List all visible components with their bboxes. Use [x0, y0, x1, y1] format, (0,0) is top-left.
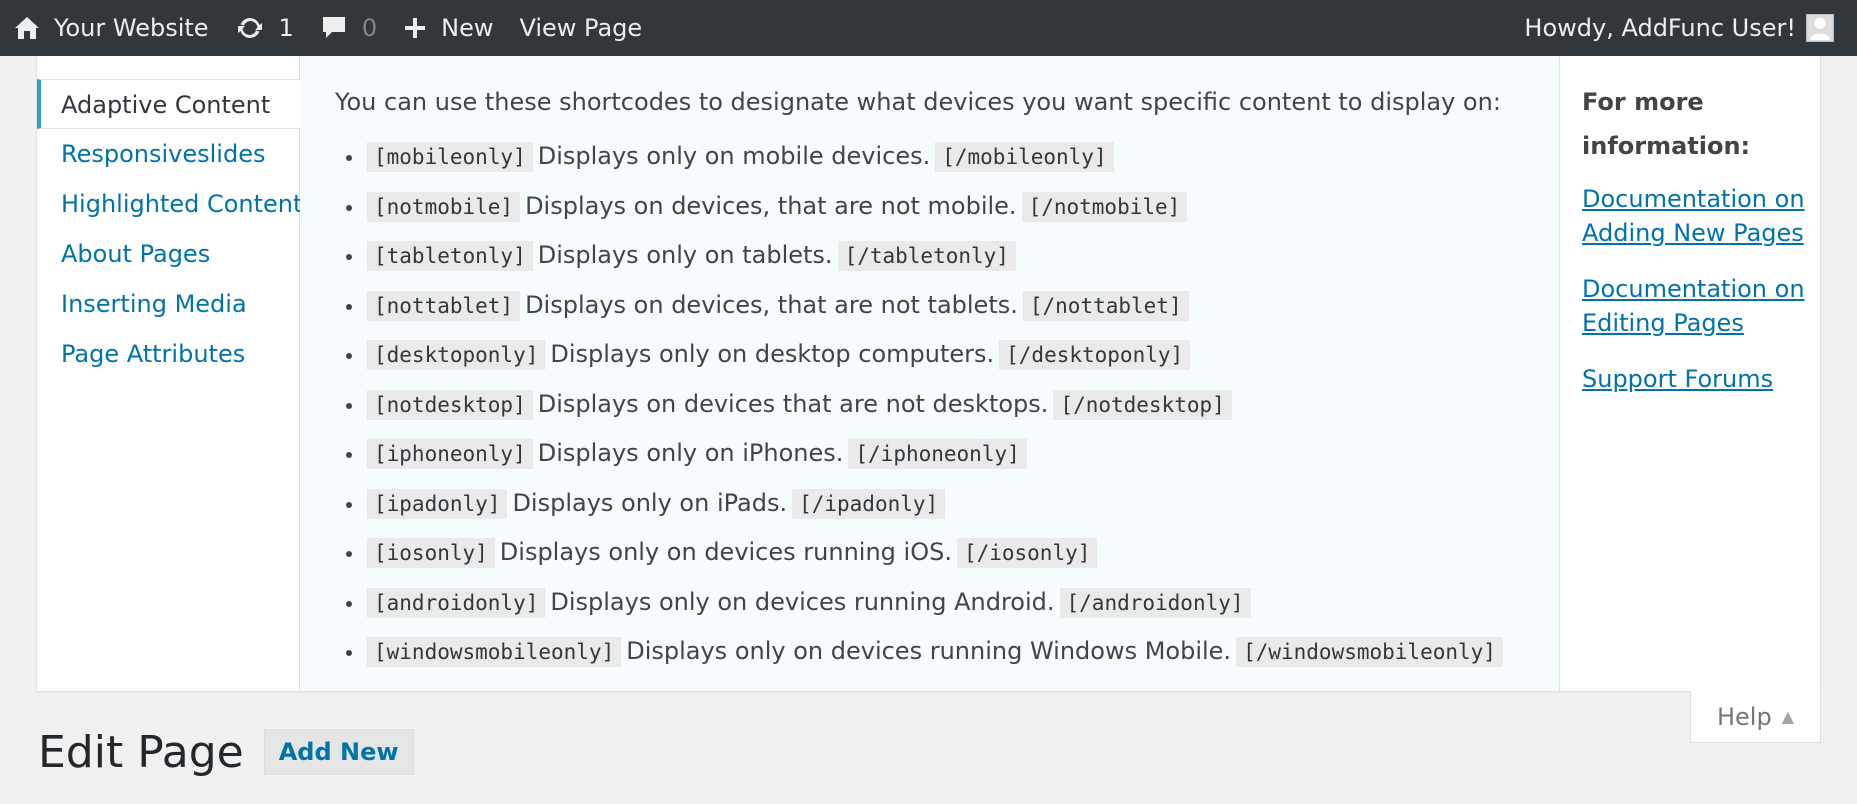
shortcode-open: [notdesktop]	[367, 389, 533, 420]
shortcode-description: Displays only on mobile devices.	[537, 142, 931, 170]
shortcode-open: [iosonly]	[367, 538, 495, 568]
new-content-link[interactable]: New	[390, 0, 506, 56]
shortcode-open: [nottablet]	[367, 290, 521, 321]
help-tab-responsiveslides[interactable]: Responsiveslides	[37, 129, 299, 179]
link-docs-adding-pages[interactable]: Documentation on Adding New Pages	[1582, 182, 1811, 250]
view-page-label: View Page	[519, 14, 643, 42]
list-item: [iosonly]Displays only on devices runnin…	[365, 534, 1559, 584]
shortcode-description: Displays only on tablets.	[537, 241, 833, 269]
help-tab-content: You can use these shortcodes to designat…	[300, 56, 1560, 691]
list-item: [tabletonly]Displays only on tablets.[/t…	[365, 237, 1559, 287]
shortcode-close: [/androidonly]	[1059, 587, 1251, 618]
shortcode-description: Displays only on iPads.	[512, 488, 788, 517]
shortcode-open: [androidonly]	[367, 587, 546, 618]
page-title-area: Edit Page Add New	[38, 722, 414, 782]
list-item: [ipadonly]Displays only on iPads.[/ipado…	[365, 485, 1559, 535]
new-label: New	[441, 14, 494, 42]
page-title: Edit Page	[38, 726, 244, 778]
updates-count: 1	[278, 14, 294, 42]
help-tab-highlighted-content[interactable]: Highlighted Content	[37, 179, 302, 229]
add-new-button[interactable]: Add New	[263, 729, 414, 775]
comments-link[interactable]: 0	[307, 0, 390, 56]
avatar-icon	[1806, 14, 1834, 42]
shortcode-close: [/notdesktop]	[1053, 389, 1232, 420]
help-sidebar-heading: For more information:	[1582, 88, 1751, 160]
admin-bar-left: Your Website 1 0 New View Page	[0, 0, 655, 56]
shortcode-close: [/ipadonly]	[792, 488, 946, 519]
shortcode-open: [windowsmobileonly]	[367, 637, 622, 667]
list-item: [iphoneonly]Displays only on iPhones.[/i…	[365, 435, 1559, 485]
my-account-link[interactable]: Howdy, AddFunc User!	[1511, 0, 1847, 56]
shortcode-close: [/mobileonly]	[935, 142, 1114, 172]
site-home-link[interactable]: Your Website	[0, 0, 222, 56]
shortcode-description: Displays only on devices running Android…	[550, 587, 1055, 616]
help-tab-inserting-media[interactable]: Inserting Media	[37, 279, 299, 329]
list-item: [androidonly]Displays only on devices ru…	[365, 584, 1559, 634]
comment-icon	[320, 14, 348, 42]
help-toggle-button[interactable]: Help ▲	[1690, 691, 1821, 743]
view-page-link[interactable]: View Page	[506, 0, 655, 56]
shortcode-open: [ipadonly]	[367, 488, 508, 519]
list-item: [desktoponly]Displays only on desktop co…	[365, 336, 1559, 386]
comments-count: 0	[361, 14, 378, 42]
shortcode-close: [/desktoponly]	[999, 340, 1191, 370]
shortcode-description: Displays only on devices running Windows…	[626, 637, 1232, 665]
shortcode-list: [mobileonly]Displays only on mobile devi…	[335, 138, 1559, 683]
shortcode-description: Displays only on devices running iOS.	[499, 538, 952, 566]
help-sidebar: For more information: Documentation on A…	[1560, 56, 1821, 691]
shortcode-open: [desktoponly]	[367, 340, 546, 370]
list-item: [notdesktop]Displays on devices that are…	[365, 386, 1559, 436]
shortcode-open: [tabletonly]	[367, 241, 533, 271]
shortcode-description: Displays on devices, that are not mobile…	[525, 191, 1017, 220]
admin-bar: Your Website 1 0 New View Page Howdy, Ad…	[0, 0, 1857, 56]
shortcode-close: [/iphoneonly]	[848, 439, 1027, 469]
list-item: [windowsmobileonly]Displays only on devi…	[365, 633, 1559, 683]
help-intro-text: You can use these shortcodes to designat…	[335, 88, 1501, 116]
link-support-forums[interactable]: Support Forums	[1582, 362, 1811, 396]
list-item: [mobileonly]Displays only on mobile devi…	[365, 138, 1559, 188]
contextual-help-panel: Adaptive Content Responsiveslides Highli…	[36, 56, 1821, 692]
list-item: [notmobile]Displays on devices, that are…	[365, 188, 1559, 238]
shortcode-close: [/windowsmobileonly]	[1236, 637, 1503, 667]
site-name: Your Website	[54, 14, 209, 42]
shortcode-description: Displays on devices that are not desktop…	[537, 389, 1049, 418]
shortcode-close: [/nottablet]	[1022, 290, 1189, 321]
howdy-greeting: Howdy, AddFunc User!	[1524, 14, 1796, 42]
shortcode-close: [/notmobile]	[1021, 191, 1188, 222]
home-icon	[14, 15, 40, 41]
arrow-up-icon: ▲	[1781, 707, 1795, 726]
shortcode-open: [iphoneonly]	[367, 439, 533, 469]
shortcode-description: Displays on devices, that are not tablet…	[525, 290, 1018, 319]
list-item: [nottablet]Displays on devices, that are…	[365, 287, 1559, 337]
help-toggle-label: Help	[1716, 702, 1772, 731]
shortcode-description: Displays only on iPhones.	[537, 439, 844, 467]
shortcode-close: [/tabletonly]	[837, 241, 1016, 271]
shortcode-open: [mobileonly]	[367, 142, 533, 172]
help-tab-about-pages[interactable]: About Pages	[37, 229, 299, 279]
plus-icon	[403, 16, 427, 40]
help-tabs: Adaptive Content Responsiveslides Highli…	[37, 56, 302, 691]
link-docs-editing-pages[interactable]: Documentation on Editing Pages	[1582, 272, 1811, 340]
shortcode-close: [/iosonly]	[956, 538, 1098, 568]
updates-icon	[235, 15, 265, 41]
help-tab-adaptive-content[interactable]: Adaptive Content	[37, 79, 300, 129]
updates-link[interactable]: 1	[222, 0, 307, 56]
shortcode-open: [notmobile]	[367, 191, 521, 222]
help-tab-page-attributes[interactable]: Page Attributes	[37, 329, 299, 379]
shortcode-description: Displays only on desktop computers.	[550, 340, 995, 368]
